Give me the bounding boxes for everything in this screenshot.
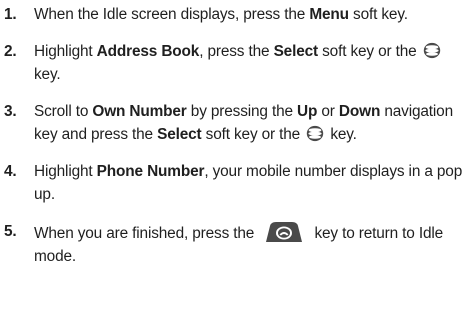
step-4: 4. Highlight Phone Number, your mobile n… bbox=[4, 160, 465, 207]
address-book-label: Address Book bbox=[96, 42, 200, 60]
step-text-run: When you are finished, press the bbox=[34, 224, 259, 242]
end-key-icon bbox=[262, 220, 306, 244]
step-3: 3. Scroll to Own Number by pressing the … bbox=[4, 100, 465, 147]
step-text-run: Highlight bbox=[34, 42, 97, 60]
step-text: Highlight Address Book, press the Select… bbox=[34, 40, 465, 87]
step-text: When the Idle screen displays, press the… bbox=[34, 3, 465, 27]
step-number: 3. bbox=[4, 102, 17, 120]
phone-number-label: Phone Number bbox=[96, 162, 205, 180]
step-text-run: soft key or the bbox=[318, 42, 421, 60]
step-text: Highlight Phone Number, your mobile numb… bbox=[34, 160, 465, 207]
step-number: 2. bbox=[4, 42, 17, 60]
step-text: Scroll to Own Number by pressing the Up … bbox=[34, 100, 465, 147]
step-text-run: , press the bbox=[199, 42, 274, 60]
step-text-run: Highlight bbox=[34, 162, 97, 180]
down-key-label: Down bbox=[338, 102, 381, 120]
step-number: 4. bbox=[4, 162, 17, 180]
step-2: 2. Highlight Address Book, press the Sel… bbox=[4, 40, 465, 87]
select-key-label: Select bbox=[157, 126, 202, 143]
step-1: 1. When the Idle screen displays, press … bbox=[4, 3, 465, 27]
step-text-run: soft key. bbox=[348, 6, 408, 23]
select-key-label: Select bbox=[273, 42, 319, 60]
step-text: When you are finished, press the key to … bbox=[34, 220, 465, 269]
menu-key-label: Menu bbox=[309, 6, 349, 23]
step-text-run: by pressing the bbox=[186, 102, 298, 120]
step-number: 5. bbox=[4, 222, 17, 240]
step-text-run: soft key or the bbox=[201, 126, 305, 143]
instruction-document: 1. When the Idle screen displays, press … bbox=[0, 0, 471, 320]
own-number-label: Own Number bbox=[92, 102, 187, 120]
step-number: 1. bbox=[4, 6, 17, 23]
step-text-run: key. bbox=[326, 126, 357, 143]
up-key-label: Up bbox=[297, 102, 318, 120]
steps-list: 1. When the Idle screen displays, press … bbox=[4, 3, 465, 269]
select-key-icon bbox=[423, 42, 441, 59]
step-text-run: Scroll to bbox=[34, 102, 93, 120]
step-text-run: or bbox=[317, 102, 339, 120]
step-5: 5. When you are finished, press the key … bbox=[4, 220, 465, 269]
step-text-run: key. bbox=[34, 66, 61, 83]
step-text-run: When the Idle screen displays, press the bbox=[34, 6, 310, 23]
select-key-icon bbox=[306, 125, 324, 142]
